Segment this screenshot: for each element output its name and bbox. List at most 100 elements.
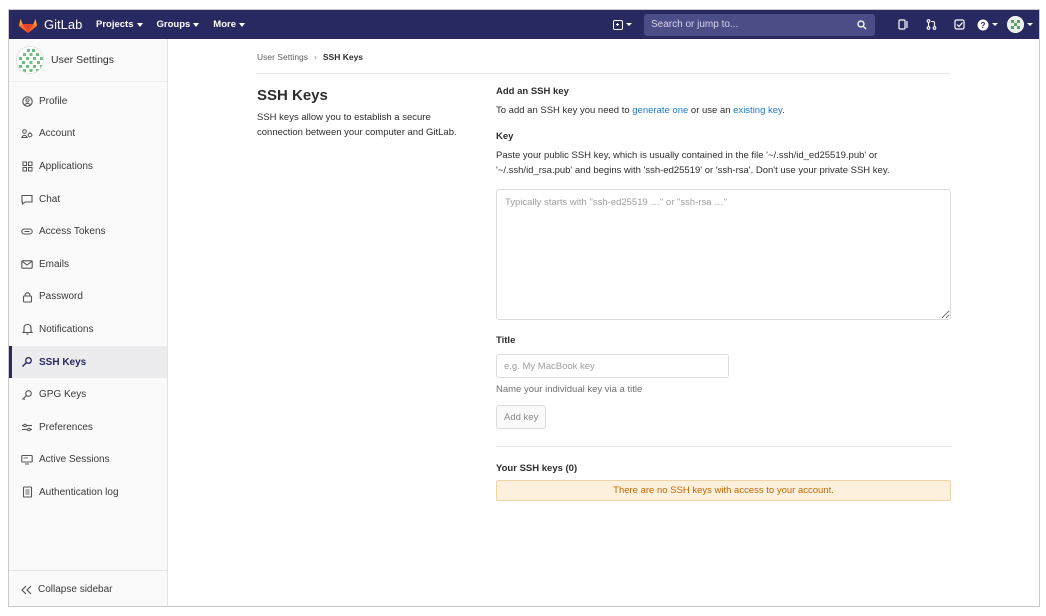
section-divider — [496, 446, 951, 447]
new-item-button[interactable] — [613, 19, 632, 30]
brand[interactable]: GitLab — [18, 16, 96, 34]
chevron-down-icon — [238, 22, 245, 27]
divider — [257, 73, 950, 74]
key-textarea[interactable] — [496, 189, 951, 320]
chevron-down-icon — [626, 23, 632, 26]
user-avatar — [1007, 16, 1024, 33]
add-key-button[interactable]: Add key — [496, 405, 547, 429]
search-input[interactable] — [651, 19, 841, 30]
profile-icon — [21, 95, 33, 107]
nav-groups[interactable]: Groups — [157, 19, 200, 30]
nav-more-label: More — [213, 19, 236, 30]
gpg-keys-icon — [21, 389, 33, 401]
sidebar-item-label: Authentication log — [39, 486, 119, 498]
plus-square-icon — [613, 19, 623, 30]
existing-key-link[interactable]: existing key — [733, 105, 782, 116]
add-key-heading: Add an SSH key — [496, 86, 569, 97]
sidebar-item-emails[interactable]: Emails — [9, 248, 167, 281]
sidebar-item-label: Profile — [39, 95, 68, 107]
user-menu-button[interactable] — [1001, 16, 1039, 33]
collapse-sidebar-button[interactable]: Collapse sidebar — [9, 570, 167, 606]
breadcrumb: User Settings › SSH Keys — [257, 52, 363, 62]
top-navbar: GitLab Projects Groups More Search or ju… — [9, 10, 1039, 39]
sidebar-item-gpg-keys[interactable]: GPG Keys — [9, 378, 167, 411]
sidebar-title: User Settings — [51, 54, 115, 66]
breadcrumb-user-settings[interactable]: User Settings — [257, 52, 308, 62]
sidebar-item-label: Password — [39, 291, 83, 303]
merge-requests-nav-button[interactable] — [917, 19, 945, 30]
svg-text:?: ? — [980, 21, 985, 30]
sidebar-item-applications[interactable]: Applications — [9, 150, 167, 183]
sidebar-header[interactable]: User Settings — [9, 39, 167, 82]
breadcrumb-current[interactable]: SSH Keys — [323, 52, 363, 62]
account-icon — [21, 128, 33, 140]
sidebar-item-password[interactable]: Password — [9, 281, 167, 314]
sidebar-item-label: Applications — [39, 160, 93, 172]
collapse-sidebar-label: Collapse sidebar — [38, 584, 113, 595]
authentication-log-icon — [21, 486, 33, 498]
sidebar-item-label: Chat — [39, 193, 61, 205]
issues-icon — [897, 19, 908, 30]
chevron-down-icon — [991, 23, 998, 26]
sidebar-nav: Profile Account Applications Chat Access… — [9, 82, 167, 509]
sidebar-item-label: Notifications — [39, 323, 94, 335]
identicon-icon — [17, 47, 43, 73]
empty-keys-notice-text: There are no SSH keys with access to you… — [613, 485, 834, 496]
title-label: Title — [496, 335, 516, 346]
issues-nav-button[interactable] — [889, 19, 917, 30]
chevron-down-icon — [136, 22, 143, 27]
add-key-intro-middle: or use an — [688, 105, 734, 116]
sidebar-item-label: GPG Keys — [39, 389, 87, 401]
sidebar-item-preferences[interactable]: Preferences — [9, 411, 167, 444]
key-label: Key — [496, 131, 514, 142]
chat-icon — [21, 193, 33, 205]
chevron-down-icon — [1027, 23, 1033, 26]
todos-nav-button[interactable] — [945, 19, 973, 30]
search-box — [644, 13, 875, 36]
your-keys-heading: Your SSH keys (0) — [496, 463, 578, 474]
key-help-text: Paste your public SSH key, which is usua… — [496, 150, 890, 176]
applications-icon — [21, 160, 33, 172]
sidebar-item-label: Emails — [39, 258, 70, 270]
sidebar-item-ssh-keys[interactable]: SSH Keys — [9, 345, 167, 379]
sidebar-item-access-tokens[interactable]: Access Tokens — [9, 215, 167, 248]
chevron-down-icon — [193, 22, 200, 27]
help-menu-button[interactable]: ? — [973, 19, 1001, 31]
sidebar-item-label: Preferences — [39, 421, 93, 433]
merge-request-icon — [926, 19, 936, 30]
title-help-text: Name your individual key via a title — [496, 384, 643, 395]
sidebar-item-chat[interactable]: Chat — [9, 183, 167, 216]
nav-projects-label: Projects — [96, 19, 134, 30]
emails-icon — [21, 258, 33, 270]
gitlab-logo-icon — [19, 18, 37, 33]
active-sessions-icon — [21, 454, 33, 466]
sidebar-item-active-sessions[interactable]: Active Sessions — [9, 444, 167, 477]
sidebar-item-authentication-log[interactable]: Authentication log — [9, 476, 167, 509]
sidebar-item-label: SSH Keys — [39, 356, 87, 368]
nav-links: Projects Groups More — [96, 19, 259, 30]
search-icon — [857, 19, 867, 29]
help-icon: ? — [977, 19, 988, 30]
add-key-intro: To add an SSH key you need to generate o… — [496, 103, 951, 118]
identicon-icon — [1008, 17, 1023, 32]
settings-sidebar: User Settings Profile Account Applicatio… — [9, 39, 168, 606]
sidebar-item-label: Access Tokens — [39, 226, 106, 238]
sidebar-item-notifications[interactable]: Notifications — [9, 313, 167, 346]
settings-intro: SSH Keys SSH keys allow you to establish… — [257, 87, 477, 140]
sidebar-item-account[interactable]: Account — [9, 118, 167, 151]
password-icon — [21, 291, 33, 303]
sidebar-item-label: Account — [39, 128, 76, 140]
todo-check-icon — [953, 19, 965, 30]
page-title: SSH Keys — [257, 87, 328, 104]
app-window: GitLab Projects Groups More Search or ju… — [8, 9, 1040, 607]
title-input[interactable] — [496, 354, 729, 378]
notifications-icon — [21, 323, 33, 335]
nav-projects[interactable]: Projects — [96, 19, 143, 30]
ssh-key-form: Add an SSH key To add an SSH key you nee… — [496, 86, 951, 501]
brand-name: GitLab — [44, 17, 83, 32]
nav-groups-label: Groups — [156, 19, 191, 30]
sidebar-item-profile[interactable]: Profile — [9, 85, 167, 118]
nav-more[interactable]: More — [213, 19, 245, 30]
preferences-icon — [21, 421, 33, 433]
generate-one-link[interactable]: generate one — [632, 105, 688, 116]
